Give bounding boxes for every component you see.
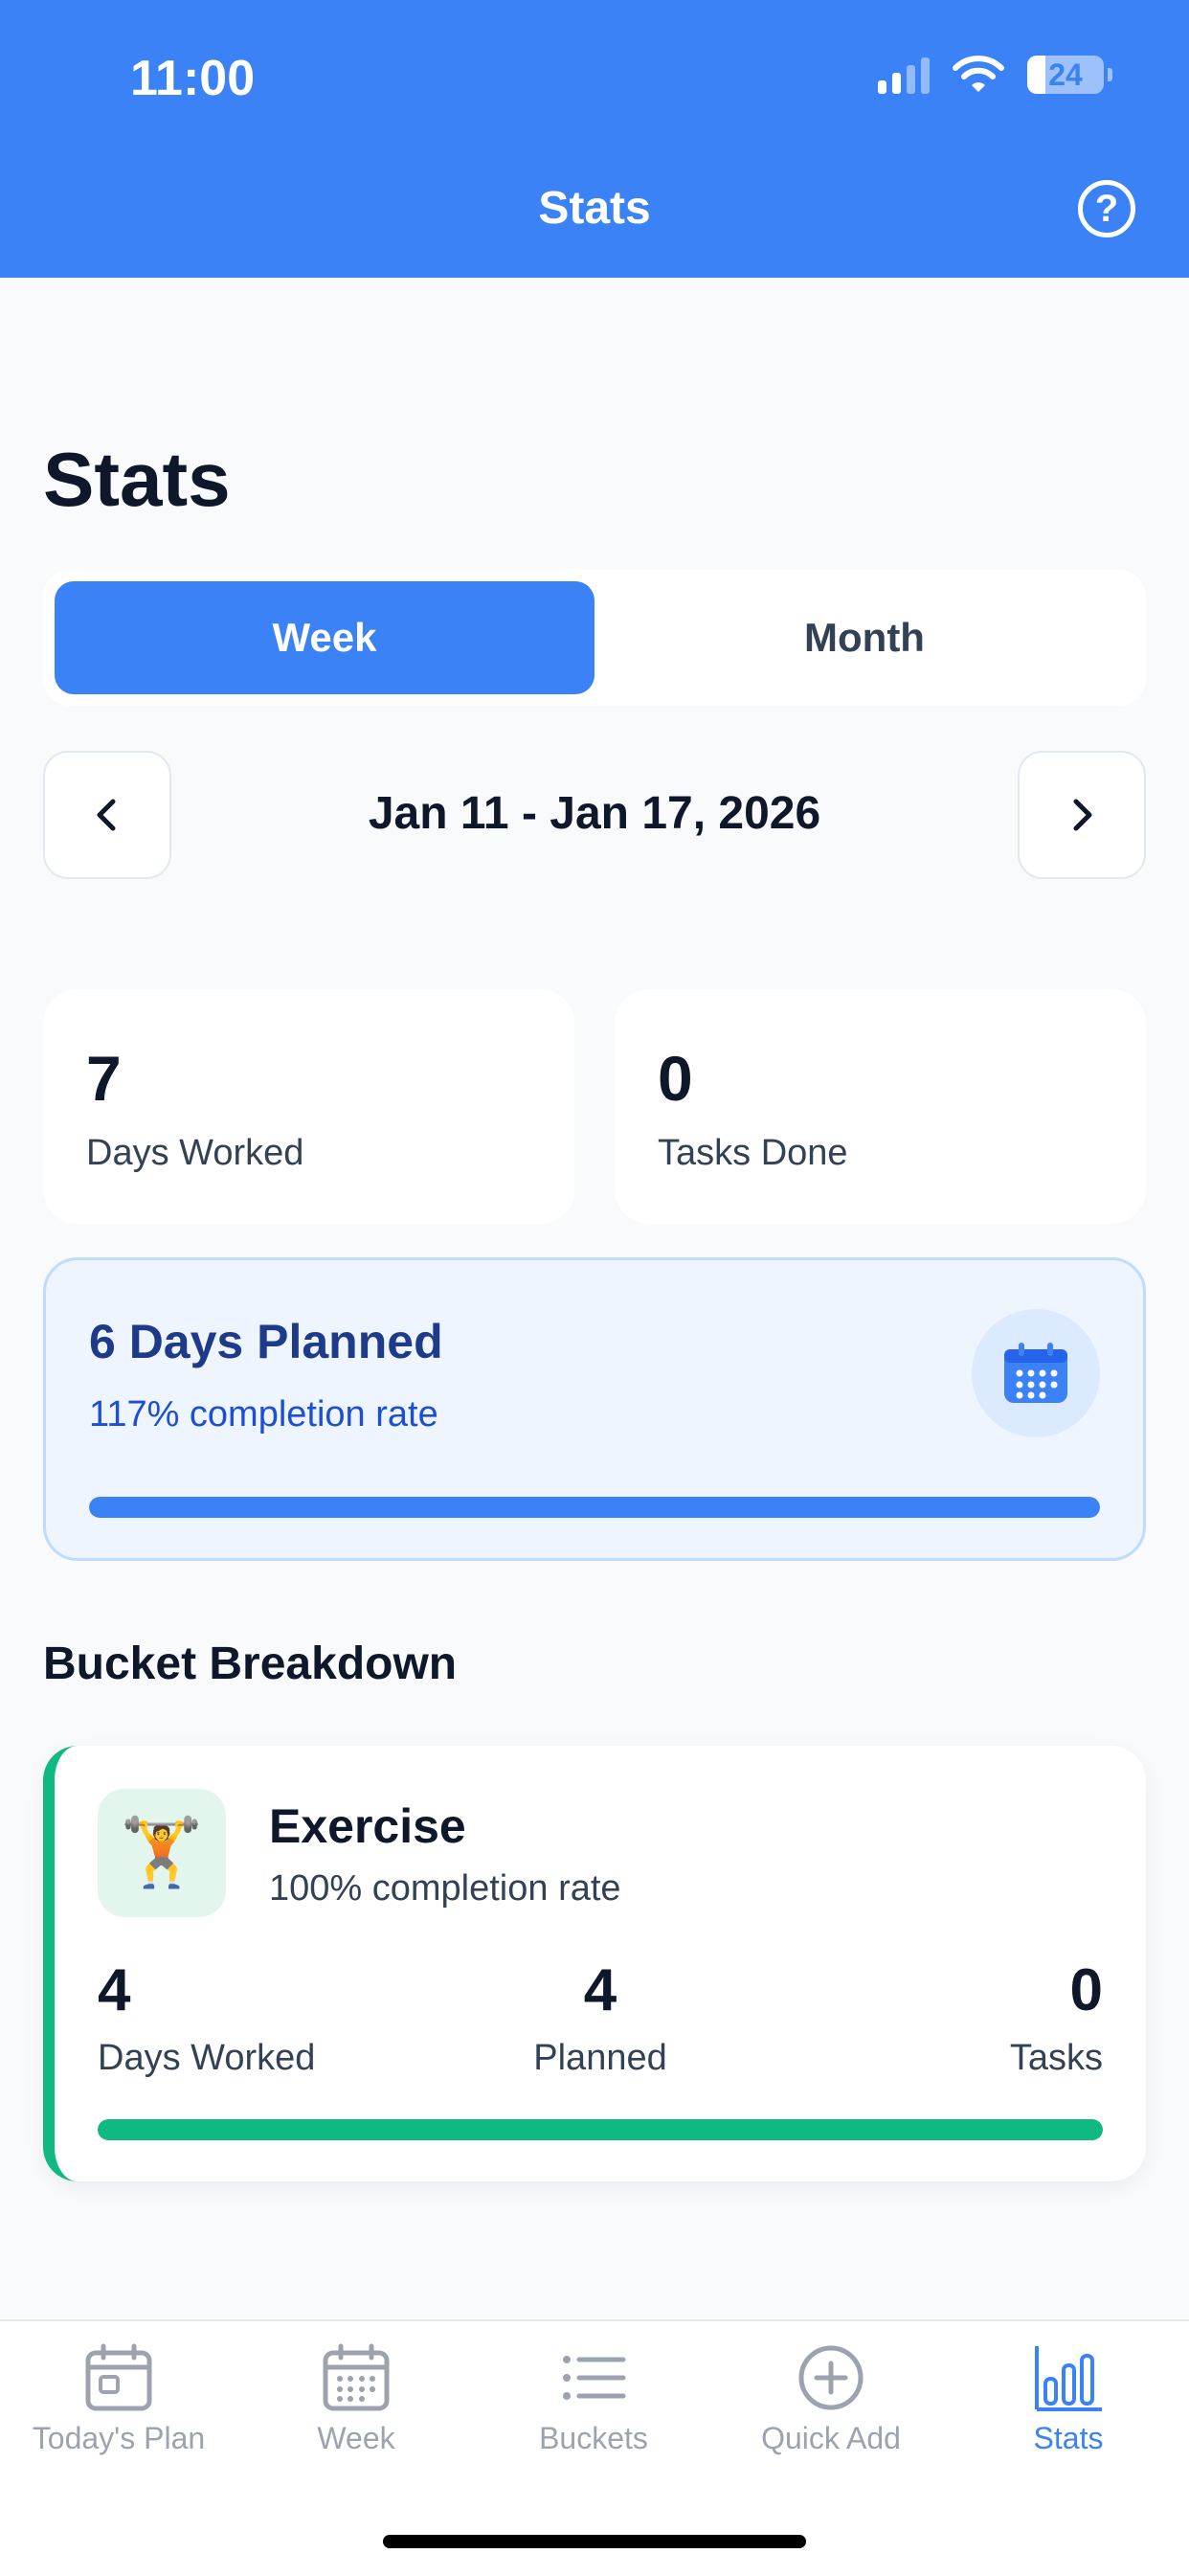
tab-quick-add[interactable]: Quick Add <box>712 2342 950 2456</box>
wifi-icon <box>953 56 1004 92</box>
days-planned-title: 6 Days Planned <box>89 1315 443 1368</box>
bucket-card-exercise[interactable]: 🏋️ Exercise 100% completion rate 4 Days … <box>43 1746 1146 2181</box>
tasks-done-card: 0 Tasks Done <box>615 989 1146 1224</box>
tab-label: Buckets <box>539 2421 648 2455</box>
days-planned-card: 6 Days Planned 117% completion rate <box>43 1257 1146 1561</box>
status-icons: 24 <box>878 56 1112 94</box>
cellular-signal-icon <box>878 56 930 94</box>
date-range-label: Jan 11 - Jan 17, 2026 <box>368 788 821 839</box>
period-month-button[interactable]: Month <box>594 581 1134 694</box>
home-indicator <box>383 2535 806 2548</box>
weightlifting-icon: 🏋️ <box>98 1789 226 1917</box>
bucket-name: Exercise <box>269 1799 466 1853</box>
bucket-progress-fill <box>98 2119 1103 2140</box>
status-time: 11:00 <box>130 51 256 106</box>
tab-stats[interactable]: Stats <box>950 2342 1187 2456</box>
battery-icon: 24 <box>1027 56 1104 94</box>
tab-label: Quick Add <box>761 2421 901 2455</box>
calendar-icon <box>972 1309 1100 1437</box>
next-period-button[interactable] <box>1018 751 1146 879</box>
completion-rate: 117% completion rate <box>89 1394 438 1435</box>
plus-circle-icon <box>798 2345 864 2410</box>
tasks-done-label: Tasks Done <box>658 1133 848 1173</box>
bar-chart-icon <box>1035 2346 1102 2411</box>
week-calendar-icon <box>323 2343 390 2411</box>
tab-label: Stats <box>1033 2421 1104 2455</box>
days-worked-card: 7 Days Worked <box>43 989 574 1224</box>
period-toggle: Week Month <box>43 570 1146 706</box>
today-calendar-icon <box>85 2343 152 2411</box>
list-icon <box>563 2356 626 2400</box>
tab-todays-plan[interactable]: Today's Plan <box>0 2342 237 2456</box>
bucket-completion-rate: 100% completion rate <box>269 1868 621 1909</box>
tab-label: Week <box>317 2421 395 2455</box>
bucket-planned-value: 4 <box>583 1957 617 2023</box>
app-header: 11:00 24 Stats ? <box>0 0 1189 278</box>
bucket-planned-label: Planned <box>533 2038 667 2078</box>
planned-progress-bar <box>89 1497 1100 1518</box>
page-title: Stats <box>43 437 231 522</box>
period-week-button[interactable]: Week <box>55 581 594 694</box>
bucket-tasks-value: 0 <box>1069 1957 1103 2023</box>
bucket-breakdown-title: Bucket Breakdown <box>43 1638 458 1689</box>
tab-week[interactable]: Week <box>237 2342 475 2456</box>
battery-tip <box>1108 68 1112 81</box>
header-title: Stats <box>538 183 651 234</box>
battery-level: 24 <box>1048 56 1083 92</box>
planned-progress-fill <box>89 1497 1100 1518</box>
bucket-tasks-label: Tasks <box>1009 2038 1103 2078</box>
bucket-progress-bar <box>98 2119 1103 2140</box>
tab-buckets[interactable]: Buckets <box>475 2342 712 2456</box>
question-circle-icon[interactable]: ? <box>1078 180 1135 237</box>
days-worked-label: Days Worked <box>86 1133 304 1173</box>
days-worked-value: 7 <box>86 1043 122 1114</box>
tab-label: Today's Plan <box>32 2421 206 2455</box>
tasks-done-value: 0 <box>658 1043 693 1114</box>
chevron-right-icon <box>1073 799 1092 831</box>
